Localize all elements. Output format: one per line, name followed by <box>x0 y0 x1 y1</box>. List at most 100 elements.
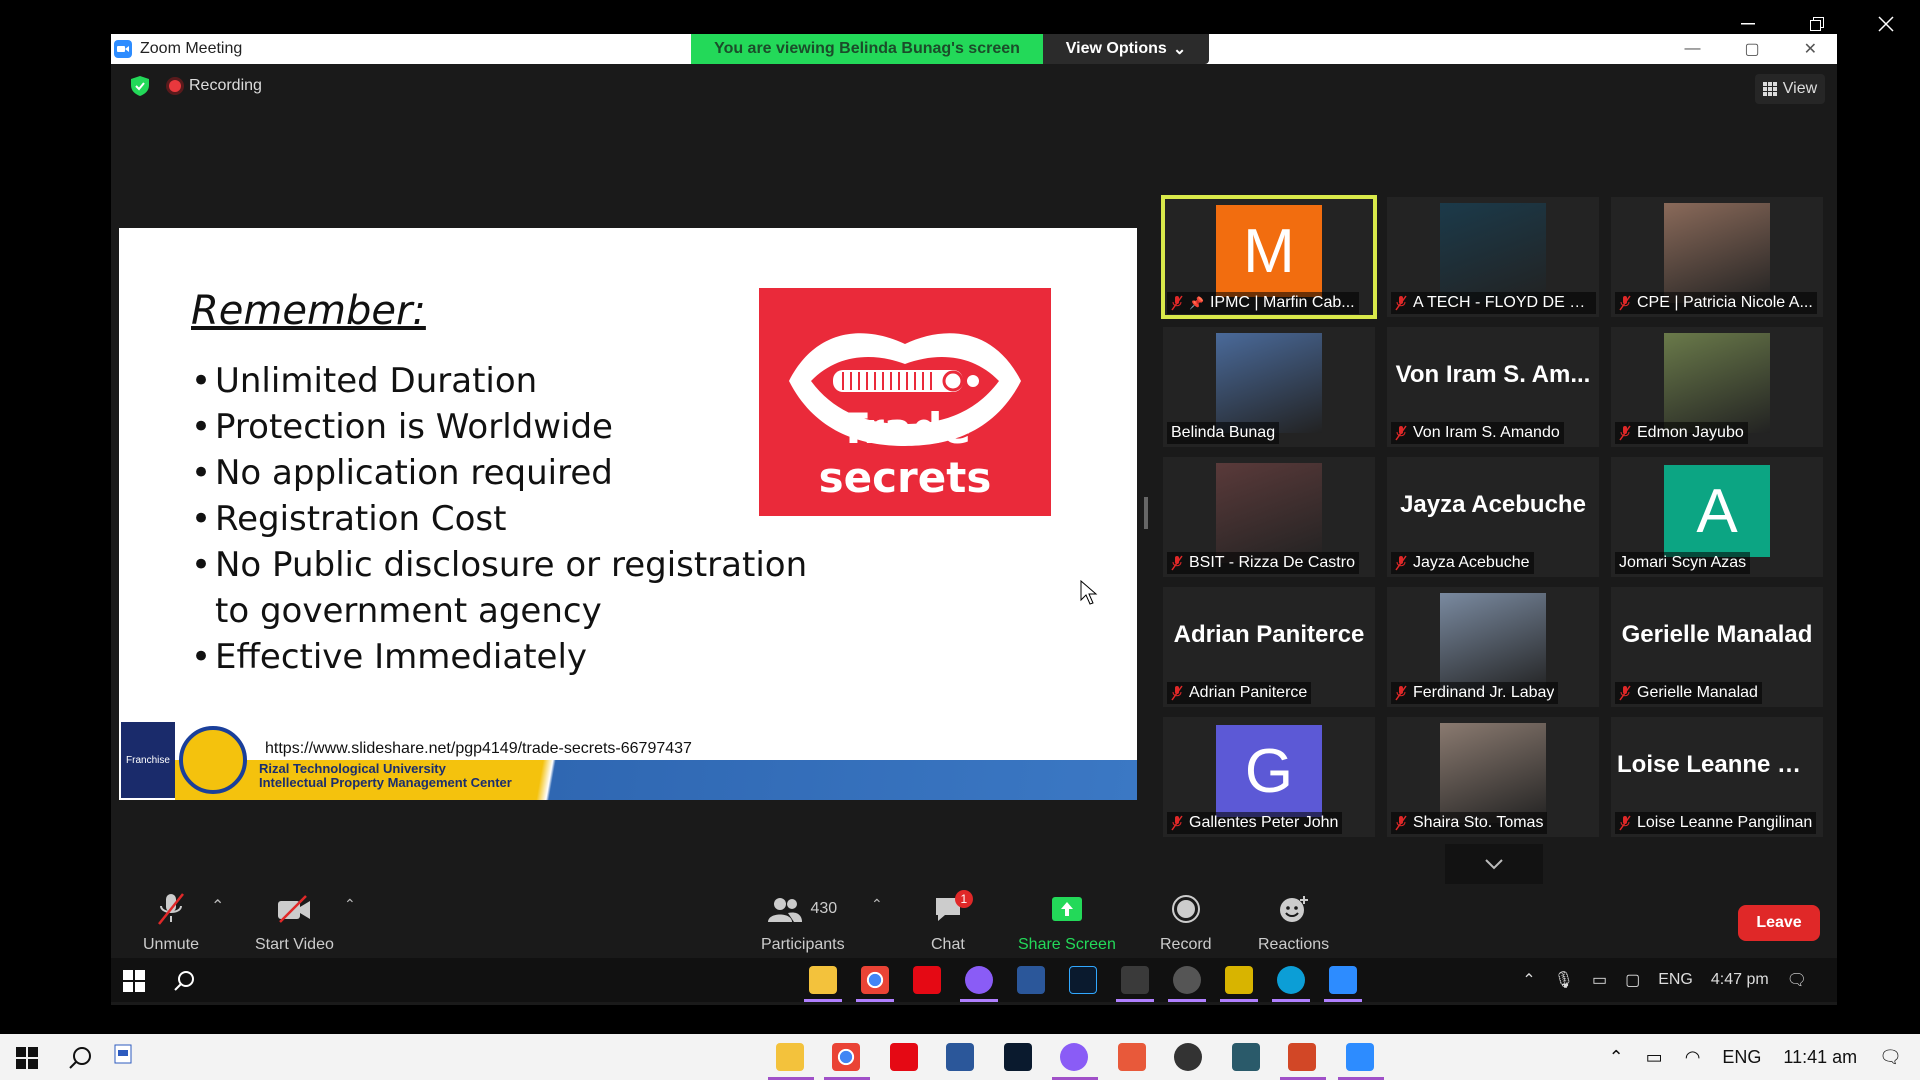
powerpoint-icon[interactable] <box>1288 1043 1316 1071</box>
record-icon <box>1171 895 1200 923</box>
netflix-icon[interactable] <box>890 1043 918 1071</box>
participant-tile[interactable]: G Gallentes Peter John <box>1163 717 1375 837</box>
file-explorer-icon[interactable] <box>776 1043 804 1071</box>
word-icon[interactable] <box>946 1043 974 1071</box>
participant-tile[interactable]: Von Iram S. Am... Von Iram S. Amando <box>1387 327 1599 447</box>
encryption-shield-icon[interactable] <box>131 76 149 96</box>
zoom-app-icon[interactable] <box>1329 966 1357 994</box>
obs-icon[interactable] <box>1174 1043 1202 1071</box>
tray-chevron-icon[interactable]: ⌃ <box>1609 1047 1624 1068</box>
mic-muted-icon <box>1395 555 1407 571</box>
mic-muted-icon <box>1619 425 1631 441</box>
participant-tile[interactable]: A TECH - FLOYD DE VE... <box>1387 197 1599 317</box>
paint-icon[interactable] <box>1121 966 1149 994</box>
close-icon[interactable] <box>1851 0 1920 48</box>
mic-icon: 🎙 <box>1553 972 1574 989</box>
participant-tile[interactable]: A Jomari Scyn Azas <box>1611 457 1823 577</box>
tasks-icon[interactable] <box>1225 966 1253 994</box>
file-explorer-icon[interactable] <box>809 966 837 994</box>
record-button[interactable]: Record <box>1160 888 1212 954</box>
participant-tile[interactable]: Loise Leanne Pa... Loise Leanne Pangilina… <box>1611 717 1823 837</box>
chrome-icon[interactable] <box>832 1043 860 1071</box>
netflix-icon[interactable] <box>913 966 941 994</box>
wifi-icon[interactable]: ◠ <box>1685 1047 1701 1068</box>
footer-univ-line2: Intellectual Property Management Center <box>259 775 512 790</box>
participant-tile[interactable]: Ferdinand Jr. Labay <box>1387 587 1599 707</box>
mic-muted-icon <box>158 893 184 925</box>
participant-tile[interactable]: Belinda Bunag <box>1163 327 1375 447</box>
mic-muted-icon <box>1395 425 1407 441</box>
participant-name: Jayza Acebuche <box>1413 554 1530 571</box>
pin-icon: 📌 <box>1189 296 1204 310</box>
participant-tile[interactable]: BSIT - Rizza De Castro <box>1163 457 1375 577</box>
chat-button[interactable]: 1 Chat <box>931 888 973 954</box>
battery-icon[interactable]: ▭ <box>1646 1047 1663 1068</box>
chrome-icon[interactable] <box>861 966 889 994</box>
messenger-icon[interactable] <box>1060 1043 1088 1071</box>
zoom-maximize-icon[interactable]: ▢ <box>1744 39 1759 59</box>
windows-start-icon[interactable] <box>16 1047 38 1069</box>
participant-name-tag: Edmon Jayubo <box>1615 422 1748 444</box>
next-page-button[interactable] <box>1445 844 1543 884</box>
start-video-button[interactable]: Start Video <box>255 888 334 954</box>
recording-indicator[interactable]: Recording <box>169 77 262 95</box>
battery-icon: ▭ <box>1591 972 1608 989</box>
splitter-handle[interactable] <box>1144 497 1148 529</box>
word-icon[interactable] <box>1017 966 1045 994</box>
participant-tile[interactable]: Shaira Sto. Tomas <box>1387 717 1599 837</box>
video-off-icon <box>278 895 311 923</box>
unmute-button[interactable]: Unmute <box>143 888 199 954</box>
task-view-icon[interactable] <box>114 1044 132 1064</box>
reactions-button[interactable]: Reactions <box>1258 888 1329 954</box>
share-banner: You are viewing Belinda Bunag's screen <box>691 34 1043 64</box>
search-icon[interactable] <box>68 1046 92 1070</box>
participants-button[interactable]: 430 Participants <box>761 888 845 954</box>
audio-options-caret-icon[interactable]: ⌃ <box>211 896 224 916</box>
participant-tile[interactable]: Gerielle Manalad Gerielle Manalad <box>1611 587 1823 707</box>
notification-icon[interactable]: 🗨 <box>1787 970 1807 990</box>
participant-tile[interactable]: Edmon Jayubo <box>1611 327 1823 447</box>
participant-tile[interactable]: Adrian Paniterce Adrian Paniterce <box>1163 587 1375 707</box>
participants-count: 430 <box>810 900 838 917</box>
messenger-icon[interactable] <box>965 966 993 994</box>
leave-button[interactable]: Leave <box>1738 905 1820 941</box>
participant-name: Ferdinand Jr. Labay <box>1413 684 1555 701</box>
participant-avatar: G <box>1216 725 1322 817</box>
mic-muted-icon <box>1171 555 1183 571</box>
edge-icon[interactable] <box>1277 966 1305 994</box>
recorded-taskbar: ⌃ 🎙 ▭ ▢ ENG 4:47 pm 🗨 <box>111 958 1837 1002</box>
view-label: View <box>1782 80 1818 97</box>
footer-url: https://www.slideshare.net/pgp4149/trade… <box>265 740 692 757</box>
participant-name: A TECH - FLOYD DE VE... <box>1413 294 1592 311</box>
photoshop-icon[interactable] <box>1069 966 1097 994</box>
photoshop-icon[interactable] <box>1004 1043 1032 1071</box>
inner-clock[interactable]: 4:47 pm <box>1711 971 1769 989</box>
participant-tile[interactable]: CPE | Patricia Nicole A... <box>1611 197 1823 317</box>
view-options-button[interactable]: View Options ⌄ <box>1043 34 1209 64</box>
video-options-caret-icon[interactable]: ⌃ <box>344 896 356 913</box>
franchise-logo: Franchise <box>121 722 175 798</box>
mic-muted-icon <box>1395 295 1407 311</box>
paint-icon[interactable] <box>1118 1043 1146 1071</box>
zoom-app-icon[interactable] <box>1346 1043 1374 1071</box>
participant-tile[interactable]: M 📌 IPMC | Marfin Cab... <box>1161 195 1377 319</box>
language-indicator[interactable]: ENG <box>1722 1047 1761 1068</box>
participant-display-name: Von Iram S. Am... <box>1395 361 1591 388</box>
share-screen-button[interactable]: Share Screen <box>1018 888 1116 954</box>
participant-name-tag: A TECH - FLOYD DE VE... <box>1391 292 1596 314</box>
windows-taskbar: ⌃ ▭ ◠ ENG 11:41 am 🗨 <box>0 1034 1920 1080</box>
action-center-icon[interactable]: 🗨 <box>1879 1047 1902 1068</box>
zoom-minimize-icon[interactable]: — <box>1684 40 1700 58</box>
participants-options-caret-icon[interactable]: ⌃ <box>871 896 883 913</box>
monitor-app-icon[interactable] <box>1232 1043 1260 1071</box>
clock[interactable]: 11:41 am <box>1783 1047 1857 1068</box>
participant-name-tag: Adrian Paniterce <box>1167 682 1312 704</box>
chat-label: Chat <box>931 936 965 953</box>
obs-icon[interactable] <box>1173 966 1201 994</box>
participant-tile[interactable]: Jayza Acebuche Jayza Acebuche <box>1387 457 1599 577</box>
tray-chevron-icon[interactable]: ⌃ <box>1522 970 1535 990</box>
participants-icon <box>768 898 803 922</box>
view-button[interactable]: View <box>1755 74 1825 104</box>
participant-display-name: Jayza Acebuche <box>1400 491 1586 518</box>
zoom-close-icon[interactable]: ✕ <box>1804 39 1817 59</box>
